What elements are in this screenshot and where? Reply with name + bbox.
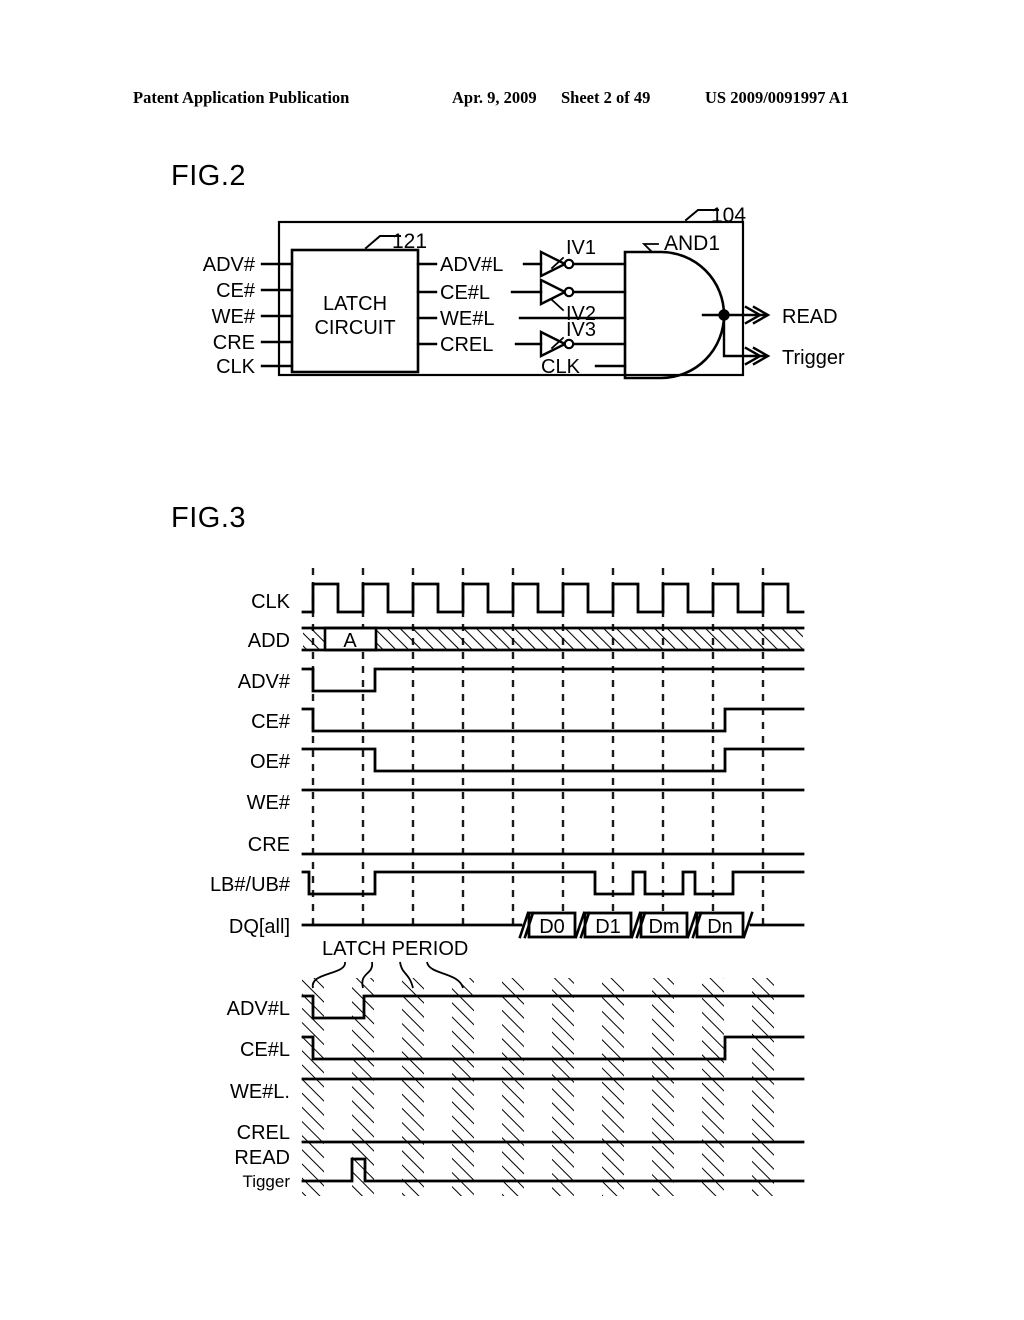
dq-value-dm: Dm xyxy=(648,916,679,938)
latch-period-band xyxy=(702,978,724,1196)
fig3-signal-label-add: ADD xyxy=(248,630,290,652)
dq-data-box xyxy=(527,911,577,939)
latch-period-band xyxy=(352,978,374,1196)
latch-period-band xyxy=(452,978,474,1196)
header-docnum: US 2009/0091997 A1 xyxy=(705,88,849,107)
latch-period-band xyxy=(502,978,524,1196)
inverter-iv1 xyxy=(539,250,568,278)
fig3-signal-label-advl: ADV#L xyxy=(227,998,290,1020)
inverter-iv3-bubble xyxy=(563,338,575,350)
page-header: Patent Application Publication Apr. 9, 2… xyxy=(0,88,1024,112)
figure-2-title: FIG.2 xyxy=(171,160,247,192)
latch-period-band xyxy=(752,978,774,1196)
fig3-signal-label-lbub: LB#/UB# xyxy=(210,874,291,896)
dq-transition xyxy=(523,911,535,939)
waveform-read-trigger xyxy=(301,1157,805,1183)
latch-period-band xyxy=(552,978,574,1196)
waveform-ce xyxy=(301,707,805,733)
inverter-iv2 xyxy=(539,278,568,306)
ref-121: 121 xyxy=(392,230,427,253)
fig2-input-clk: CLK xyxy=(216,356,256,378)
figure-2-schematic: ADV#CE#WE#CRECLKADV#LCE#LWE#LCRELLATCHCI… xyxy=(203,204,845,380)
dq-transition xyxy=(574,911,586,939)
add-value-window xyxy=(323,626,378,652)
inverter-label-iv2: IV2 xyxy=(566,303,596,325)
fig3-signal-label-oe: OE# xyxy=(250,751,291,773)
fig2-output-read: READ xyxy=(782,306,838,328)
latch-period-band xyxy=(302,978,324,1196)
fig2-input-ce: CE# xyxy=(216,280,256,302)
fig2-latched-wel: WE#L xyxy=(440,308,494,330)
dq-data-box xyxy=(695,911,745,939)
patent-page: Patent Application Publication Apr. 9, 2… xyxy=(0,0,1024,1320)
dq-transition xyxy=(630,911,642,939)
latch-period-leader xyxy=(361,961,373,989)
and-gate-and1 xyxy=(623,250,726,380)
header-date: Apr. 9, 2009 xyxy=(452,88,537,107)
inverter-iv2-bubble xyxy=(563,286,575,298)
dq-transition xyxy=(691,911,703,939)
dq-transition xyxy=(518,911,530,939)
fig3-signal-label-we: WE# xyxy=(247,792,291,814)
inverter-label-iv1: IV1 xyxy=(566,237,596,259)
figure-3-timing-chart: A D0 D1 Dm Dn CLK ADD ADV# CE# OE# WE# CRE LB#/UB# DQ… xyxy=(210,568,805,1196)
waveform-lb-ub xyxy=(301,870,805,896)
latch-period-band xyxy=(402,978,424,1196)
fig2-latched-cel: CE#L xyxy=(440,282,490,304)
waveform-cel xyxy=(301,1035,805,1061)
latch-period-leader xyxy=(399,961,414,989)
waveform-advl xyxy=(301,994,805,1020)
latch-period-leader xyxy=(426,961,464,989)
fig2-input-adv: ADV# xyxy=(203,254,256,276)
inverter-iv1-bubble xyxy=(563,258,575,270)
dq-value-d0: D0 xyxy=(539,916,565,938)
latch-circuit-label-1: LATCH xyxy=(323,293,387,315)
dq-transition xyxy=(686,911,698,939)
fig2-latched-advl: ADV#L xyxy=(440,254,503,276)
module-104-box xyxy=(277,220,745,377)
dq-transition xyxy=(635,911,647,939)
latch-period-annotation: LATCH PERIOD xyxy=(322,938,468,960)
header-sheet: Sheet 2 of 49 xyxy=(561,88,651,107)
ref-104: 104 xyxy=(711,204,746,227)
dq-value-d1: D1 xyxy=(595,916,621,938)
fig3-signal-label-ce: CE# xyxy=(251,711,291,733)
dq-data-box xyxy=(639,911,689,939)
output-junction-dot xyxy=(718,309,730,321)
fig3-signal-label-read: READ xyxy=(234,1147,290,1169)
waveform-adv xyxy=(301,667,805,693)
header-publication: Patent Application Publication xyxy=(133,88,350,107)
dq-transition xyxy=(579,911,591,939)
dq-value-dn: Dn xyxy=(707,916,733,938)
fig2-and-clk-input: CLK xyxy=(541,356,581,378)
waveform-oe xyxy=(301,747,805,773)
fig3-signal-label-cre: CRE xyxy=(248,834,290,856)
add-hatch-pre xyxy=(303,628,325,650)
and-gate-label: AND1 xyxy=(664,232,720,255)
fig2-input-we: WE# xyxy=(212,306,256,328)
latch-period-band xyxy=(652,978,674,1196)
latch-period-leader xyxy=(312,961,346,989)
fig2-latched-crel: CREL xyxy=(440,334,493,356)
fig3-signal-label-tigger: Tigger xyxy=(242,1172,290,1191)
waveform-clk xyxy=(301,582,805,614)
inverter-label-iv3: IV3 xyxy=(566,319,596,341)
fig2-input-cre: CRE xyxy=(213,332,255,354)
add-value-a: A xyxy=(343,630,357,652)
figure-3-title: FIG.3 xyxy=(171,502,247,534)
dq-data-box xyxy=(583,911,633,939)
add-hatch-post xyxy=(376,628,803,650)
fig3-signal-label-wel: WE#L. xyxy=(230,1081,290,1103)
latch-period-band xyxy=(602,978,624,1196)
inverter-iv3 xyxy=(539,330,568,358)
latch-circuit-label-2: CIRCUIT xyxy=(314,317,395,339)
fig3-signal-label-adv: ADV# xyxy=(238,671,291,693)
fig2-output-trigger: Trigger xyxy=(782,347,845,369)
fig3-signal-label-dqall: DQ[all] xyxy=(229,916,290,938)
fig3-signal-label-clk: CLK xyxy=(251,591,291,613)
dq-transition xyxy=(742,911,754,939)
fig3-signal-label-cel: CE#L xyxy=(240,1039,290,1061)
latch-circuit-box xyxy=(290,248,420,374)
fig3-signal-label-crel: CREL xyxy=(237,1122,290,1144)
